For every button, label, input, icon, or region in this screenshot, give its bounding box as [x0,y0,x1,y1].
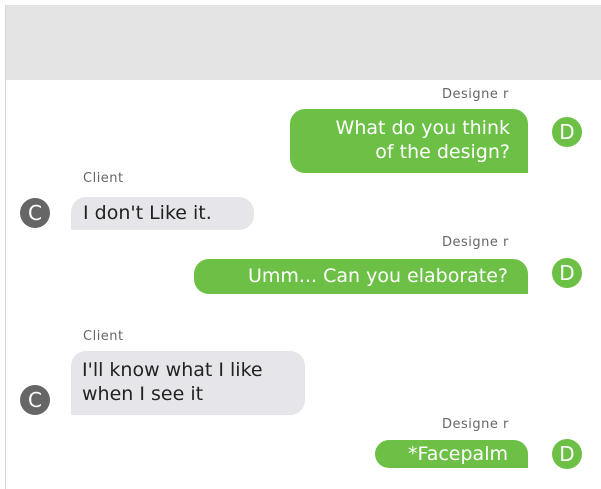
message-text: What do you think [335,117,510,139]
message-text: *Facepalm [408,443,508,465]
message-bubble-designer: What do you think of the design? [290,109,528,173]
message-text: I don't Like it. [83,202,212,224]
message-bubble-client: I'll know what I like when I see it [71,351,305,415]
sender-name: Designe r [442,235,509,250]
message-text: Umm... Can you elaborate? [248,265,508,287]
sender-name: Designe r [442,417,509,432]
message-text: I'll know what I like [82,359,263,381]
message-bubble-designer: Umm... Can you elaborate? [194,259,528,294]
designer-avatar[interactable]: D [552,258,582,288]
sender-name: Client [83,329,124,344]
sender-name: Client [83,171,124,186]
client-avatar[interactable]: C [20,198,50,228]
chat-window: Designe r What do you think of the desig… [5,5,601,489]
sender-name: Designe r [442,87,509,102]
client-avatar[interactable]: C [20,385,50,415]
message-text: when I see it [82,383,204,405]
message-bubble-designer: *Facepalm [375,440,528,468]
designer-avatar[interactable]: D [552,439,582,469]
chat-header [6,5,601,80]
message-text: of the design? [375,141,510,163]
designer-avatar[interactable]: D [552,117,582,147]
message-bubble-client: I don't Like it. [71,197,254,230]
